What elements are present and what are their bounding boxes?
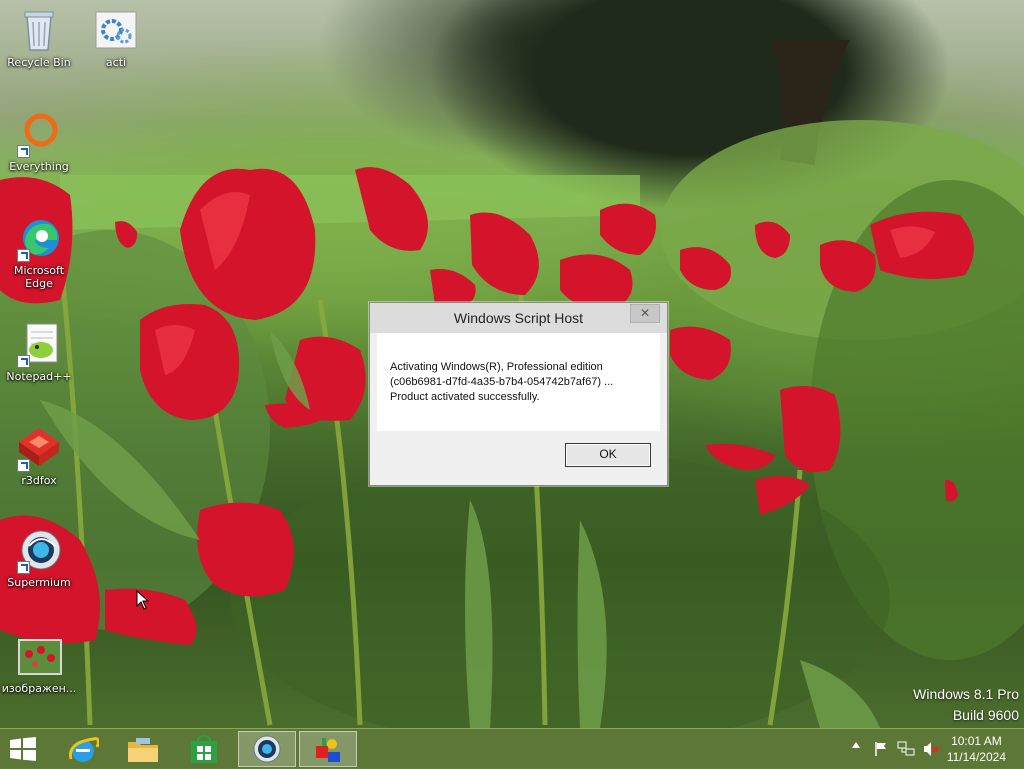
recycle-bin-icon bbox=[24, 11, 54, 51]
taskbar-store[interactable] bbox=[175, 731, 233, 767]
desktop-icon-label: Everything bbox=[9, 160, 69, 173]
shortcut-arrow-icon bbox=[17, 249, 30, 262]
file-explorer-icon bbox=[128, 738, 158, 762]
supermium-icon bbox=[253, 735, 281, 763]
desktop-icon-r3dfox[interactable]: r3dfox bbox=[1, 424, 77, 487]
desktop-icon-microsoft-edge[interactable]: Microsoft Edge bbox=[1, 214, 77, 290]
dialog-message-area: Activating Windows(R), Professional edit… bbox=[377, 333, 660, 431]
taskbar: 10:01 AM 11/14/2024 bbox=[0, 728, 1024, 768]
close-icon: ✕ bbox=[639, 306, 651, 320]
taskbar-script-host[interactable] bbox=[299, 731, 357, 767]
store-icon bbox=[191, 735, 217, 763]
dialog-titlebar[interactable]: Windows Script Host ✕ bbox=[370, 303, 667, 333]
mouse-cursor-icon bbox=[136, 590, 150, 610]
image-file-icon bbox=[18, 639, 62, 675]
shortcut-arrow-icon bbox=[17, 145, 30, 158]
message-line: (c06b6981-d7fd-4a35-b7b4-054742b7af67) .… bbox=[390, 376, 614, 388]
close-button[interactable]: ✕ bbox=[630, 304, 660, 323]
desktop-icon-image-file[interactable]: изображен... bbox=[1, 632, 77, 695]
message-line: Activating Windows(R), Professional edit… bbox=[390, 361, 603, 373]
start-button[interactable] bbox=[0, 731, 58, 767]
watermark-build: Build 9600 bbox=[952, 707, 1019, 723]
desktop-icon-recycle-bin[interactable]: Recycle Bin bbox=[1, 6, 77, 69]
script-host-icon bbox=[316, 738, 340, 762]
shortcut-arrow-icon bbox=[17, 561, 30, 574]
desktop-icon-label: Microsoft Edge bbox=[13, 264, 65, 290]
watermark-edition: Windows 8.1 Pro bbox=[913, 686, 1019, 702]
desktop-icon-supermium[interactable]: Supermium bbox=[1, 526, 77, 589]
network-icon[interactable] bbox=[897, 740, 915, 758]
message-line: Product activated successfully. bbox=[390, 391, 540, 403]
dialog-message: Activating Windows(R), Professional edit… bbox=[390, 360, 613, 405]
desktop-icon-label: Recycle Bin bbox=[7, 56, 71, 69]
desktop-icon-label: Notepad++ bbox=[6, 370, 72, 383]
taskbar-supermium[interactable] bbox=[238, 731, 296, 767]
shortcut-arrow-icon bbox=[17, 459, 30, 472]
show-hidden-icons-icon[interactable] bbox=[852, 742, 860, 748]
desktop-icon-label: acti bbox=[105, 56, 127, 69]
dialog-title: Windows Script Host bbox=[453, 310, 584, 326]
clock-time: 10:01 AM bbox=[951, 734, 1002, 748]
action-center-flag-icon[interactable] bbox=[873, 741, 889, 757]
desktop-icon-label: изображен... bbox=[1, 682, 77, 695]
windows-script-host-dialog: Windows Script Host ✕ Activating Windows… bbox=[369, 302, 668, 486]
desktop-icon-label: r3dfox bbox=[21, 474, 57, 487]
script-gear-icon bbox=[95, 11, 137, 49]
volume-muted-icon[interactable] bbox=[922, 740, 940, 758]
taskbar-file-explorer[interactable] bbox=[114, 731, 172, 767]
windows-version-watermark: Windows 8.1 Pro Build 9600 bbox=[913, 684, 1019, 726]
desktop-icon-acti[interactable]: acti bbox=[78, 6, 154, 69]
desktop-icon-label: Supermium bbox=[7, 576, 71, 589]
desktop-icon-notepad-plus-plus[interactable]: Notepad++ bbox=[1, 320, 77, 383]
ok-button[interactable]: OK bbox=[565, 443, 651, 467]
taskbar-clock[interactable]: 10:01 AM 11/14/2024 bbox=[947, 733, 1006, 765]
taskbar-internet-explorer[interactable] bbox=[55, 731, 113, 767]
desktop-icon-everything[interactable]: Everything bbox=[1, 110, 77, 173]
shortcut-arrow-icon bbox=[17, 355, 30, 368]
system-tray bbox=[848, 729, 948, 769]
start-icon bbox=[10, 737, 36, 761]
internet-explorer-icon bbox=[68, 737, 99, 762]
clock-date: 11/14/2024 bbox=[946, 750, 1006, 764]
